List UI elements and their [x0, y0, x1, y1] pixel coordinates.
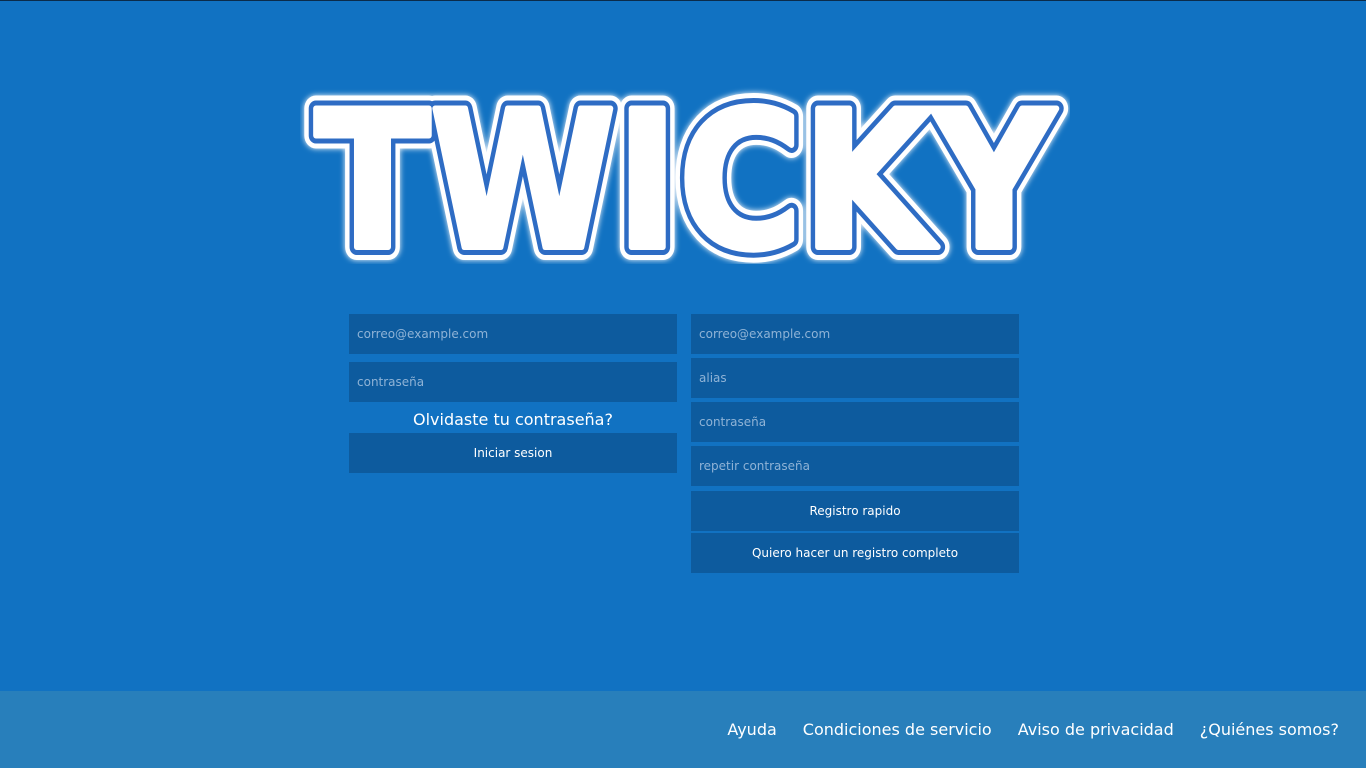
login-form: Olvidaste tu contraseña? Iniciar sesion [349, 314, 677, 473]
login-button[interactable]: Iniciar sesion [349, 433, 677, 473]
twicky-logo: TWICKY TWICKY TWICKY [300, 79, 1070, 264]
footer: Ayuda Condiciones de servicio Aviso de p… [0, 691, 1366, 768]
footer-nav: Ayuda Condiciones de servicio Aviso de p… [727, 720, 1339, 739]
register-repeat-password-input[interactable] [691, 446, 1019, 486]
register-password-input[interactable] [691, 402, 1019, 442]
full-register-button[interactable]: Quiero hacer un registro completo [691, 533, 1019, 573]
quick-register-button[interactable]: Registro rapido [691, 491, 1019, 531]
login-password-input[interactable] [349, 362, 677, 402]
footer-link-privacy[interactable]: Aviso de privacidad [1018, 720, 1174, 739]
footer-link-terms[interactable]: Condiciones de servicio [803, 720, 992, 739]
register-form: Registro rapido Quiero hacer un registro… [691, 314, 1019, 573]
footer-link-about[interactable]: ¿Quiénes somos? [1200, 720, 1339, 739]
footer-link-help[interactable]: Ayuda [727, 720, 776, 739]
register-alias-input[interactable] [691, 358, 1019, 398]
register-email-input[interactable] [691, 314, 1019, 354]
login-email-input[interactable] [349, 314, 677, 354]
forgot-password-link[interactable]: Olvidaste tu contraseña? [349, 409, 677, 431]
logo-text-fill: TWICKY [315, 79, 1057, 264]
